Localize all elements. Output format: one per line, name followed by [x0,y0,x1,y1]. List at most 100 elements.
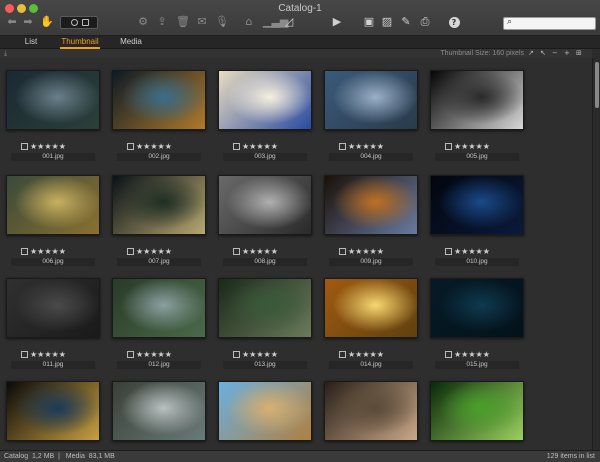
thumbnail-cell[interactable]: ★★★★★ 011.jpg [3,266,103,369]
thumbnail-cell[interactable]: ★★★★★ 004.jpg [321,58,421,161]
thumbnail-image[interactable] [112,70,206,130]
select-checkbox[interactable] [339,143,346,150]
select-checkbox[interactable] [127,248,134,255]
star-icon[interactable]: ★ [271,247,278,256]
star-icon[interactable]: ★ [483,350,490,359]
star-icon[interactable]: ★ [158,247,165,256]
star-icon[interactable]: ★ [52,142,59,151]
thumbnail-image[interactable] [6,70,100,130]
thumbnail-image[interactable] [430,175,524,235]
thumbnail-image[interactable] [112,175,206,235]
star-icon[interactable]: ★ [59,142,66,151]
star-icon[interactable]: ★ [44,142,51,151]
star-icon[interactable]: ★ [377,247,384,256]
edit-pencil-icon[interactable]: ✎ [399,15,413,29]
scrollbar-thumb[interactable] [595,62,599,108]
microphone-icon[interactable]: 🎙 [215,15,229,29]
thumbnail-cell[interactable]: ★★★★★ 012.jpg [109,266,209,369]
star-icon[interactable]: ★ [44,247,51,256]
thumbnail-cell[interactable] [3,369,103,450]
chart-icon[interactable]: ▁▃▅ [263,15,288,29]
help-icon[interactable]: ? [448,15,460,29]
star-icon[interactable]: ★ [52,247,59,256]
star-icon[interactable]: ★ [370,350,377,359]
star-icon[interactable]: ★ [271,350,278,359]
tab-list[interactable]: List [18,36,44,49]
thumbnail-cell[interactable]: ★★★★★ 008.jpg [215,163,315,266]
star-icon[interactable]: ★ [44,350,51,359]
select-checkbox[interactable] [233,351,240,358]
thumbnail-cell[interactable] [215,369,315,450]
star-icon[interactable]: ★ [256,247,263,256]
select-checkbox[interactable] [127,143,134,150]
thumbnail-cell[interactable]: ★★★★★ 007.jpg [109,163,209,266]
thumbnail-image[interactable] [430,70,524,130]
select-checkbox[interactable] [445,143,452,150]
star-icon[interactable]: ★ [362,247,369,256]
star-icon[interactable]: ★ [362,350,369,359]
home-icon[interactable]: ⌂ [242,15,256,29]
compare-icon[interactable]: ▣ [362,15,376,29]
chart-growth-icon[interactable]: ◿ [282,15,296,29]
thumbnail-image[interactable] [324,175,418,235]
star-icon[interactable]: ★ [158,142,165,151]
star-icon[interactable]: ★ [165,350,172,359]
zoom-in-button[interactable]: + [564,49,570,58]
search-field[interactable]: ⌕ [503,17,596,30]
thumbnail-cell[interactable] [321,369,421,450]
expand-icon[interactable]: ↗ [528,49,534,58]
select-checkbox[interactable] [445,248,452,255]
select-checkbox[interactable] [127,351,134,358]
back-arrow-icon[interactable]: ⬅ [6,15,18,29]
select-checkbox[interactable] [21,248,28,255]
thumbnail-cell[interactable]: ★★★★★ 003.jpg [215,58,315,161]
image-icon[interactable]: ▨ [380,15,394,29]
star-icon[interactable]: ★ [468,247,475,256]
star-icon[interactable]: ★ [158,350,165,359]
star-icon[interactable]: ★ [150,350,157,359]
star-icon[interactable]: ★ [483,142,490,151]
view-mode-toggle[interactable] [60,16,98,29]
thumbnail-cell[interactable]: ★★★★★ 002.jpg [109,58,209,161]
thumbnail-cell[interactable] [109,369,209,450]
collapse-icon[interactable]: ↖ [540,49,546,58]
star-icon[interactable]: ★ [468,350,475,359]
star-icon[interactable]: ★ [370,247,377,256]
star-icon[interactable]: ★ [59,350,66,359]
hand-icon[interactable]: ✋ [40,15,54,29]
thumbnail-image[interactable] [218,278,312,338]
mail-icon[interactable]: ✉ [195,15,209,29]
select-checkbox[interactable] [233,143,240,150]
thumbnail-cell[interactable]: ★★★★★ 009.jpg [321,163,421,266]
thumbnail-image[interactable] [218,175,312,235]
thumbnail-image[interactable] [6,381,100,441]
forward-arrow-icon[interactable]: ➡ [22,15,34,29]
trash-icon[interactable]: 🗑 [176,15,190,29]
thumbnail-image[interactable] [6,175,100,235]
print-icon[interactable]: ⎙ [418,15,432,29]
star-icon[interactable]: ★ [256,350,263,359]
star-icon[interactable]: ★ [377,142,384,151]
select-checkbox[interactable] [445,351,452,358]
star-icon[interactable]: ★ [150,247,157,256]
thumbnail-cell[interactable]: ★★★★★ 014.jpg [321,266,421,369]
thumbnail-cell[interactable]: ★★★★★ 001.jpg [3,58,103,161]
star-icon[interactable]: ★ [264,142,271,151]
star-icon[interactable]: ★ [264,350,271,359]
select-checkbox[interactable] [233,248,240,255]
star-icon[interactable]: ★ [165,247,172,256]
star-icon[interactable]: ★ [370,142,377,151]
thumbnail-image[interactable] [112,381,206,441]
star-icon[interactable]: ★ [256,142,263,151]
tab-thumbnail[interactable]: Thumbnail [60,36,100,49]
thumbnail-image[interactable] [218,381,312,441]
thumbnail-cell[interactable]: ★★★★★ 013.jpg [215,266,315,369]
settings-gear-icon[interactable]: ⚙ [136,15,150,29]
thumbnail-image[interactable] [324,278,418,338]
star-icon[interactable]: ★ [165,142,172,151]
fit-grid-icon[interactable]: ⊞ [576,49,582,58]
tab-media[interactable]: Media [116,36,146,49]
select-checkbox[interactable] [339,248,346,255]
star-icon[interactable]: ★ [52,350,59,359]
thumbnail-cell[interactable]: ★★★★★ 005.jpg [427,58,527,161]
